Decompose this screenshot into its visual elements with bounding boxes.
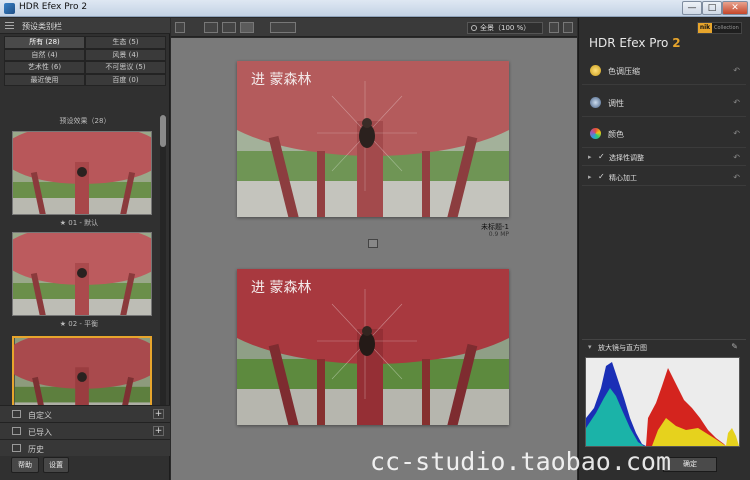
color-wheel-icon bbox=[590, 128, 601, 139]
section-label: 色调压缩 bbox=[608, 67, 640, 76]
scrollbar-thumb[interactable] bbox=[160, 115, 166, 147]
preset-list: ★ 01 - 默认 ★ 02 - 平衡 bbox=[0, 128, 158, 420]
section-label: 选择性调整 bbox=[609, 154, 644, 162]
imported-label: 已导入 bbox=[28, 428, 52, 437]
history-row[interactable]: 历史 bbox=[0, 439, 170, 456]
toggle-left-panel-icon[interactable] bbox=[175, 22, 185, 33]
preset-category-title: 预设类别栏 bbox=[22, 22, 62, 31]
help-button[interactable]: 帮助 bbox=[11, 457, 39, 473]
category-all[interactable]: 所有 (28) bbox=[4, 36, 85, 49]
compare-button[interactable] bbox=[270, 22, 296, 33]
preview-image: 进 蒙森林 bbox=[237, 269, 509, 425]
expand-arrow-icon[interactable]: ▸ bbox=[588, 173, 592, 181]
window-title: HDR Efex Pro 2 bbox=[19, 2, 88, 12]
checkbox-checked[interactable]: ✓ bbox=[598, 172, 605, 181]
zoom-select[interactable]: 全景（100 %） bbox=[467, 22, 543, 34]
section-label: 调性 bbox=[608, 99, 624, 108]
custom-presets-row[interactable]: 自定义 + bbox=[0, 405, 170, 422]
history-label: 历史 bbox=[28, 445, 44, 454]
category-recent[interactable]: 最近使用 bbox=[4, 73, 85, 86]
image-size: 0.9 MP bbox=[488, 231, 509, 238]
import-icon bbox=[12, 427, 21, 435]
close-button[interactable]: ✕ bbox=[722, 1, 748, 15]
reset-icon[interactable]: ↶ bbox=[733, 129, 740, 138]
magnifier-icon bbox=[471, 25, 477, 31]
view-toolbar: 全景（100 %） bbox=[171, 18, 577, 37]
add-custom-button[interactable]: + bbox=[153, 409, 164, 419]
imported-presets-row[interactable]: 已导入 + bbox=[0, 422, 170, 439]
side-by-side-view-icon[interactable] bbox=[240, 22, 254, 33]
pin-icon[interactable]: ✎ bbox=[731, 342, 738, 351]
section-finishing[interactable]: ▸ ✓ 精心加工 ↶ bbox=[582, 170, 746, 186]
nik-logo: nik Collection bbox=[697, 22, 742, 34]
preset-caption: ★ 01 - 默认 bbox=[59, 219, 99, 227]
original-image: 进 蒙森林 bbox=[237, 61, 509, 217]
settings-button[interactable]: 设置 bbox=[43, 457, 69, 473]
category-grid: 所有 (28) 生态 (5) 自然 (4) 风景 (4) 艺术性 (6) 不可思… bbox=[4, 36, 166, 86]
expand-arrow-icon[interactable]: ▾ bbox=[588, 343, 592, 351]
ok-button[interactable]: 确定 bbox=[663, 457, 717, 472]
upload-icon[interactable] bbox=[549, 22, 559, 33]
reset-icon[interactable]: ↶ bbox=[733, 66, 740, 75]
category-artistic[interactable]: 艺术性 (6) bbox=[4, 61, 85, 74]
histogram-graph bbox=[586, 362, 739, 446]
histogram-label: 放大镜与直方图 bbox=[598, 344, 647, 352]
single-view-icon[interactable] bbox=[204, 22, 218, 33]
category-nature[interactable]: 自然 (4) bbox=[4, 48, 85, 61]
category-baidu[interactable]: 百度 (0) bbox=[85, 73, 166, 86]
preset-thumbnail-image bbox=[13, 132, 151, 214]
title-bar: HDR Efex Pro 2 — □ ✕ bbox=[0, 0, 750, 17]
brand-title: HDR Efex Pro 2 bbox=[589, 36, 681, 50]
section-label: 精心加工 bbox=[609, 174, 637, 182]
maximize-button[interactable]: □ bbox=[702, 1, 722, 15]
section-tone-compression[interactable]: 色调压缩 ↶ bbox=[582, 57, 746, 85]
nik-collection-label: Collection bbox=[714, 25, 739, 31]
loupe-histogram-header[interactable]: ▾ 放大镜与直方图 ✎ bbox=[582, 339, 746, 354]
menu-icon[interactable] bbox=[5, 22, 14, 29]
add-import-button[interactable]: + bbox=[153, 426, 164, 436]
checkbox-checked[interactable]: ✓ bbox=[598, 152, 605, 161]
nik-badge: nik bbox=[698, 23, 712, 33]
reset-icon[interactable]: ↶ bbox=[733, 98, 740, 107]
section-tonality[interactable]: 调性 ↶ bbox=[582, 89, 746, 117]
zoom-value: 全景（100 %） bbox=[480, 24, 531, 32]
minimize-button[interactable]: — bbox=[682, 1, 702, 15]
preset-scrollbar[interactable] bbox=[160, 115, 166, 423]
photo-overlay-text: 进 蒙森林 bbox=[251, 280, 312, 296]
folder-icon bbox=[12, 410, 21, 418]
brand-version: 2 bbox=[672, 36, 681, 50]
toggle-right-panel-icon[interactable] bbox=[563, 22, 573, 33]
expand-arrow-icon[interactable]: ▸ bbox=[588, 153, 592, 161]
swap-compare-icon[interactable] bbox=[368, 239, 378, 248]
tonality-icon bbox=[590, 97, 601, 108]
preset-thumbnail-image bbox=[13, 233, 151, 315]
history-icon bbox=[12, 444, 21, 452]
brand-name: HDR Efex Pro bbox=[589, 36, 669, 50]
histogram bbox=[585, 357, 740, 447]
preset-caption: ★ 02 - 平衡 bbox=[59, 320, 99, 328]
sun-icon bbox=[590, 65, 601, 76]
section-color[interactable]: 颜色 ↶ bbox=[582, 120, 746, 148]
reset-icon[interactable]: ↶ bbox=[733, 173, 740, 182]
preset-thumbnail[interactable] bbox=[12, 232, 152, 316]
presets-title: 预设效果（28） bbox=[59, 117, 111, 125]
preset-panel-header[interactable]: 预设类别栏 bbox=[0, 18, 170, 34]
preset-thumbnail[interactable] bbox=[12, 131, 152, 215]
preset-panel: 预设类别栏 所有 (28) 生态 (5) 自然 (4) 风景 (4) 艺术性 (… bbox=[0, 18, 170, 480]
reset-icon[interactable]: ↶ bbox=[733, 153, 740, 162]
category-ecology[interactable]: 生态 (5) bbox=[85, 36, 166, 49]
section-selective-adjustments[interactable]: ▸ ✓ 选择性调整 ↶ bbox=[582, 150, 746, 166]
watermark-text: cc-studio.taobao.com bbox=[370, 447, 672, 476]
app-icon bbox=[4, 3, 15, 14]
section-label: 颜色 bbox=[608, 130, 624, 139]
custom-label: 自定义 bbox=[28, 411, 52, 420]
category-surreal[interactable]: 不可思议 (5) bbox=[85, 61, 166, 74]
category-landscape[interactable]: 风景 (4) bbox=[85, 48, 166, 61]
split-view-icon[interactable] bbox=[222, 22, 236, 33]
photo-overlay-text: 进 蒙森林 bbox=[251, 72, 312, 88]
